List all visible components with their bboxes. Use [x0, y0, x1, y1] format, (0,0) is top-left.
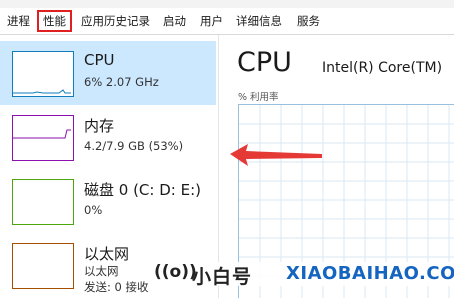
- tab-users[interactable]: 用户: [195, 11, 228, 31]
- sidebar-item-memory[interactable]: 内存 4.2/7.9 GB (53%): [0, 105, 216, 169]
- tab-bar: 进程 性能 应用历史记录 启动 用户 详细信息 服务: [0, 8, 454, 35]
- sidebar-item-traffic: 发送: 0 接收: [84, 280, 149, 294]
- processor-name: Intel(R) Core(TM): [322, 60, 443, 76]
- memory-mini-graph: [12, 115, 74, 161]
- sidebar-item-subtitle: 4.2/7.9 GB (53%): [84, 139, 184, 153]
- tab-details[interactable]: 详细信息: [231, 11, 287, 31]
- tab-performance[interactable]: 性能: [37, 10, 72, 32]
- ethernet-mini-graph: [12, 243, 74, 289]
- sidebar-item-disk[interactable]: 磁盘 0 (C: D: E:) 0%: [0, 169, 216, 233]
- page-title: CPU: [237, 47, 292, 78]
- broadcast-icon: ((o)): [154, 262, 197, 282]
- watermark-brand: 小白号: [192, 266, 253, 288]
- sidebar-item-subtitle: 以太网: [84, 264, 119, 278]
- tab-app-history[interactable]: 应用历史记录: [76, 11, 155, 31]
- sidebar-item-subtitle: 0%: [84, 203, 103, 217]
- sidebar-item-subtitle: 6% 2.07 GHz: [84, 75, 159, 89]
- disk-mini-graph: [12, 179, 74, 225]
- watermark-url: XIAOBAIHAO.COM: [286, 263, 454, 284]
- sidebar-item-cpu[interactable]: CPU 6% 2.07 GHz: [0, 41, 216, 105]
- sidebar-item-title: 磁盘 0 (C: D: E:): [84, 181, 201, 199]
- sidebar-item-title: CPU: [84, 51, 115, 69]
- resource-sidebar: CPU 6% 2.07 GHz 内存 4.2/7.9 GB (53%) 磁盘 0…: [0, 35, 219, 298]
- tab-startup[interactable]: 启动: [158, 11, 191, 31]
- sidebar-item-title: 内存: [84, 117, 115, 135]
- sidebar-item-title: 以太网: [84, 245, 130, 263]
- utilization-label: % 利用率: [238, 92, 279, 103]
- cpu-mini-graph: [12, 51, 74, 97]
- annotation-arrow: [230, 144, 322, 166]
- tab-services[interactable]: 服务: [292, 11, 325, 31]
- watermark-footer: ((o)) 小白号 XIAOBAIHAO.COM: [150, 262, 454, 288]
- tab-processes[interactable]: 进程: [2, 11, 35, 31]
